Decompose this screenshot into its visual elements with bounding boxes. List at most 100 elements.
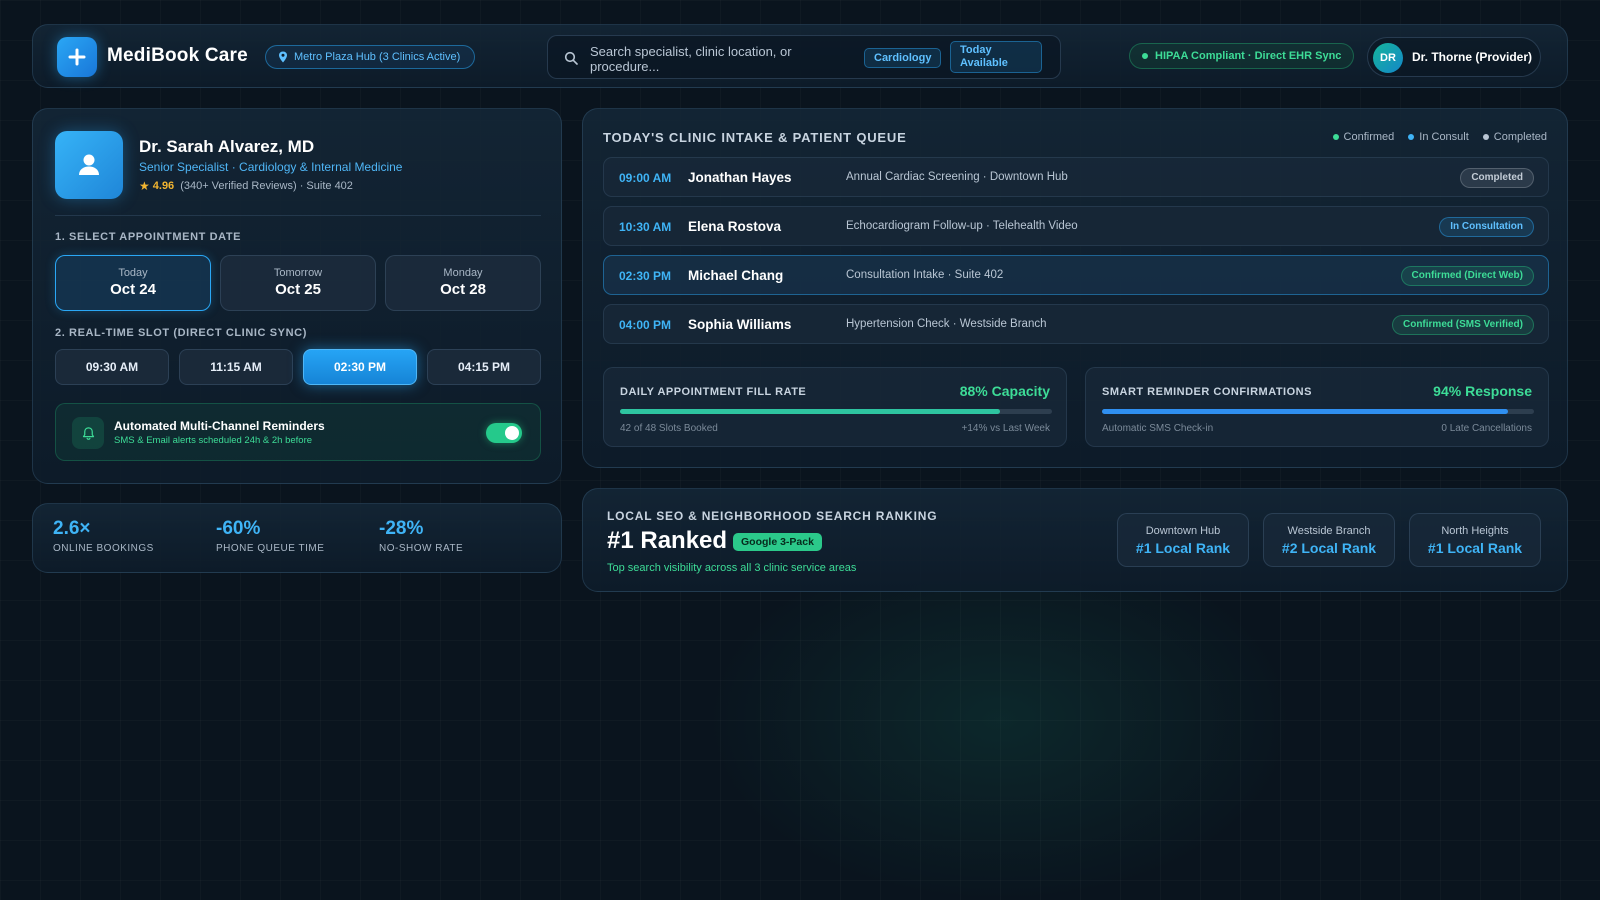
legend-dot-icon bbox=[1332, 134, 1339, 140]
booking-panel: Dr. Sarah Alvarez, MD Senior Specialist … bbox=[32, 108, 562, 484]
time-slot-1615[interactable]: 04:15 PM bbox=[427, 349, 541, 385]
time-slot-1430[interactable]: 02:30 PM bbox=[303, 349, 417, 385]
metric-label: DAILY APPOINTMENT FILL RATE bbox=[620, 386, 807, 398]
status-badge: Completed bbox=[1460, 168, 1534, 188]
metric-foot-right: 0 Late Cancellations bbox=[1441, 423, 1532, 434]
stat-phone-queue: -60% PHONE QUEUE TIME bbox=[216, 518, 324, 554]
doctor-rating: ★ 4.96 (340+ Verified Reviews) · Suite 4… bbox=[139, 179, 353, 193]
status-dot-icon bbox=[1142, 53, 1148, 59]
location-pill[interactable]: Metro Plaza Hub (3 Clinics Active) bbox=[265, 45, 476, 69]
rank-location: Westside Branch bbox=[1287, 525, 1371, 537]
metric-value: 94% Response bbox=[1433, 383, 1532, 399]
date-option-tomorrow[interactable]: Tomorrow Oct 25 bbox=[220, 255, 376, 311]
search-icon bbox=[564, 51, 578, 65]
date-option-date: Oct 25 bbox=[275, 281, 321, 298]
queue-legend: Confirmed In Consult Completed bbox=[1332, 131, 1547, 143]
date-section-label: 1. SELECT APPOINTMENT DATE bbox=[55, 231, 242, 243]
seo-section-label: LOCAL SEO & NEIGHBORHOOD SEARCH RANKING bbox=[607, 509, 938, 523]
progress-fill bbox=[1102, 409, 1509, 414]
date-option-label: Monday bbox=[443, 267, 483, 279]
rank-card-north-heights[interactable]: North Heights #1 Local Rank bbox=[1409, 513, 1541, 567]
status-badge: Confirmed (Direct Web) bbox=[1400, 266, 1534, 286]
rank-location: Downtown Hub bbox=[1145, 525, 1221, 537]
metric-foot-left: 42 of 48 Slots Booked bbox=[620, 423, 718, 434]
stat-value: 2.6× bbox=[53, 518, 91, 539]
rank-value: #1 Local Rank bbox=[1135, 540, 1231, 556]
queue-row[interactable]: 04:00 PM Sophia Williams Hypertension Ch… bbox=[603, 304, 1549, 344]
stat-label: NO-SHOW RATE bbox=[379, 543, 464, 554]
reminder-toggle[interactable] bbox=[486, 423, 522, 443]
toggle-knob bbox=[505, 426, 519, 440]
legend-dot-icon bbox=[1408, 134, 1415, 140]
queue-row[interactable]: 10:30 AM Elena Rostova Echocardiogram Fo… bbox=[603, 206, 1549, 246]
progress-track bbox=[620, 409, 1052, 414]
map-pin-icon bbox=[279, 51, 287, 63]
legend-label: Completed bbox=[1493, 131, 1547, 143]
legend-dot-icon bbox=[1482, 134, 1489, 140]
rank-card-downtown[interactable]: Downtown Hub #1 Local Rank bbox=[1117, 513, 1249, 567]
search-bar[interactable]: Search specialist, clinic location, or p… bbox=[547, 35, 1061, 79]
filter-chip-specialty[interactable]: Cardiology bbox=[864, 48, 942, 68]
patient-name: Jonathan Hayes bbox=[688, 170, 792, 185]
progress-track bbox=[1102, 409, 1534, 414]
queue-time: 04:00 PM bbox=[619, 318, 672, 332]
top-header: MediBook Care Metro Plaza Hub (3 Clinics… bbox=[32, 24, 1568, 88]
compliance-badge: HIPAA Compliant · Direct EHR Sync bbox=[1129, 43, 1355, 69]
date-option-label: Today bbox=[118, 267, 148, 279]
date-option-today[interactable]: Today Oct 24 bbox=[55, 255, 211, 311]
queue-row[interactable]: 02:30 PM Michael Chang Consultation Inta… bbox=[603, 255, 1549, 295]
rating-value: 4.96 bbox=[152, 180, 175, 192]
user-name: Dr. Thorne (Provider) bbox=[1412, 50, 1533, 64]
slot-section-label: 2. REAL-TIME SLOT (DIRECT CLINIC SYNC) bbox=[55, 327, 307, 339]
progress-fill bbox=[620, 409, 1001, 414]
reminder-title: Automated Multi-Channel Reminders bbox=[114, 419, 325, 433]
seo-headline: #1 Ranked bbox=[607, 527, 728, 554]
time-slot-0930[interactable]: 09:30 AM bbox=[55, 349, 169, 385]
doctor-name: Dr. Sarah Alvarez, MD bbox=[139, 137, 315, 156]
metric-value: 88% Capacity bbox=[959, 383, 1050, 399]
seo-subtitle: Top search visibility across all 3 clini… bbox=[607, 562, 857, 574]
patient-name: Sophia Williams bbox=[688, 317, 792, 332]
time-slot-1115[interactable]: 11:15 AM bbox=[179, 349, 293, 385]
queue-time: 09:00 AM bbox=[619, 171, 672, 185]
bell-icon bbox=[72, 417, 104, 449]
rank-value: #2 Local Rank bbox=[1281, 540, 1377, 556]
metric-label: SMART REMINDER CONFIRMATIONS bbox=[1102, 386, 1312, 398]
visit-description: Consultation Intake · Suite 402 bbox=[846, 269, 1004, 281]
google-3-pack-badge: Google 3-Pack bbox=[733, 533, 822, 551]
queue-time: 10:30 AM bbox=[619, 220, 672, 234]
doctor-title: Senior Specialist · Cardiology & Interna… bbox=[139, 160, 403, 174]
stat-value: -28% bbox=[379, 518, 424, 539]
reminder-subtitle: SMS & Email alerts scheduled 24h & 2h be… bbox=[114, 435, 313, 446]
seo-ranking-panel: LOCAL SEO & NEIGHBORHOOD SEARCH RANKING … bbox=[582, 488, 1568, 592]
visit-description: Hypertension Check · Westside Branch bbox=[846, 318, 1047, 330]
stat-label: ONLINE BOOKINGS bbox=[53, 543, 154, 554]
search-input[interactable]: Search specialist, clinic location, or p… bbox=[590, 44, 820, 74]
legend-label: In Consult bbox=[1419, 131, 1469, 143]
stat-value: -60% bbox=[216, 518, 261, 539]
patient-name: Elena Rostova bbox=[688, 219, 782, 234]
reminder-setting: Automated Multi-Channel Reminders SMS & … bbox=[55, 403, 541, 461]
avatar: DR bbox=[1373, 43, 1403, 73]
brand-name[interactable]: MediBook Care bbox=[107, 45, 248, 67]
visit-description: Echocardiogram Follow-up · Telehealth Vi… bbox=[846, 220, 1078, 232]
rating-detail: (340+ Verified Reviews) · Suite 402 bbox=[180, 180, 353, 192]
rank-card-westside[interactable]: Westside Branch #2 Local Rank bbox=[1263, 513, 1395, 567]
rank-location: North Heights bbox=[1441, 525, 1509, 537]
metric-foot-right: +14% vs Last Week bbox=[961, 423, 1050, 434]
queue-title: TODAY'S CLINIC INTAKE & PATIENT QUEUE bbox=[603, 130, 907, 145]
user-menu[interactable]: DR Dr. Thorne (Provider) bbox=[1367, 37, 1541, 77]
fill-rate-card: DAILY APPOINTMENT FILL RATE 88% Capacity… bbox=[603, 367, 1067, 447]
filter-chip-availability[interactable]: Today Available bbox=[950, 41, 1042, 73]
date-option-label: Tomorrow bbox=[273, 267, 323, 279]
rank-value: #1 Local Rank bbox=[1427, 540, 1523, 556]
divider bbox=[55, 215, 541, 216]
plus-icon[interactable] bbox=[57, 37, 97, 77]
stat-no-show: -28% NO-SHOW RATE bbox=[379, 518, 463, 554]
date-option-monday[interactable]: Monday Oct 28 bbox=[385, 255, 541, 311]
metric-foot-left: Automatic SMS Check-in bbox=[1102, 423, 1214, 434]
queue-row[interactable]: 09:00 AM Jonathan Hayes Annual Cardiac S… bbox=[603, 157, 1549, 197]
date-option-date: Oct 28 bbox=[440, 281, 486, 298]
user-icon bbox=[55, 131, 123, 199]
status-badge: Confirmed (SMS Verified) bbox=[1391, 315, 1534, 335]
